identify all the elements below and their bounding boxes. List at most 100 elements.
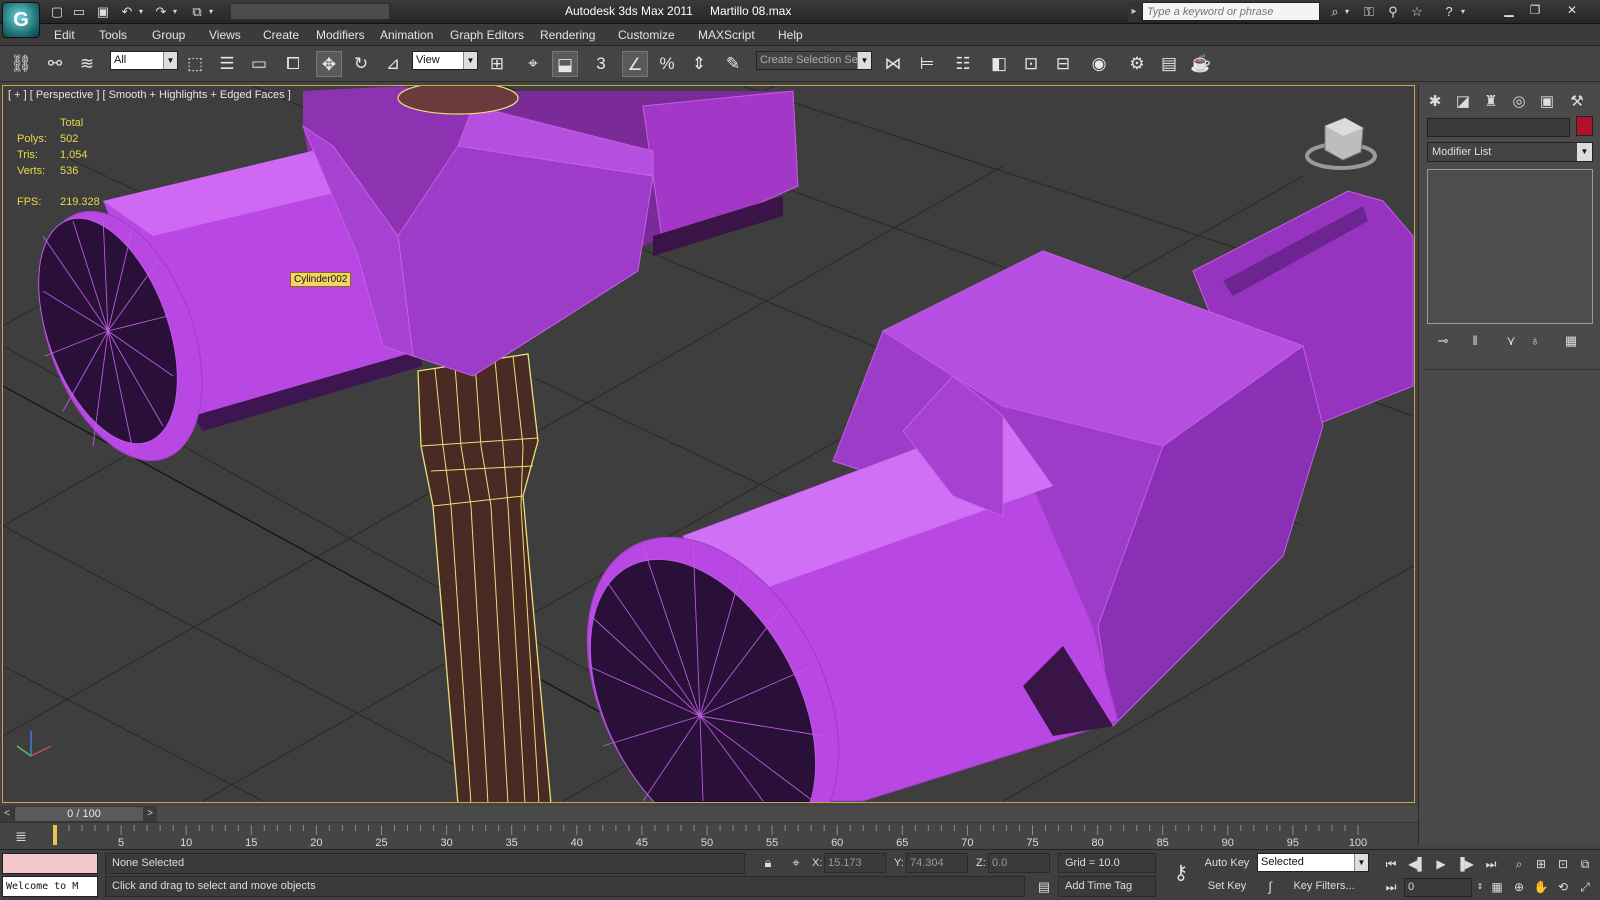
minimize-icon[interactable]: ▁ — [1496, 1, 1522, 19]
menu-views[interactable]: Views — [209, 28, 241, 42]
selection-filter-dropdown[interactable]: All ▼ — [110, 51, 178, 70]
angle-snap-icon[interactable]: ∠ — [622, 51, 648, 77]
select-and-rotate-icon[interactable]: ↻ — [348, 51, 374, 77]
pivot-center-icon[interactable]: ⊞ — [484, 51, 510, 77]
z-coord-field[interactable]: 0.0 — [988, 853, 1050, 873]
select-manipulate-icon[interactable]: ⌖ — [520, 51, 546, 77]
menu-create[interactable]: Create — [263, 28, 299, 42]
menu-modifiers[interactable]: Modifiers — [316, 28, 365, 42]
keyboard-shortcut-override-icon[interactable]: ⬓ — [552, 51, 578, 77]
percent-snap-icon[interactable]: % — [654, 51, 680, 77]
select-and-scale-icon[interactable]: ⊿ — [380, 51, 406, 77]
configure-modifier-sets-icon[interactable]: ▦ — [1561, 332, 1581, 350]
material-editor-icon[interactable]: ◉ — [1086, 51, 1112, 77]
menu-customize[interactable]: Customize — [618, 28, 675, 42]
go-to-end-icon[interactable]: ⏭ — [1480, 854, 1502, 874]
search-options-icon[interactable]: ▾ — [1342, 3, 1352, 21]
menu-animation[interactable]: Animation — [380, 28, 433, 42]
maxscript-mini-listener[interactable]: Welcome to M — [2, 876, 98, 897]
mirror-icon[interactable]: ⋈ — [880, 51, 906, 77]
help-icon[interactable]: ? — [1440, 3, 1458, 21]
modify-tab-icon[interactable]: ◪ — [1451, 90, 1475, 114]
menu-group[interactable]: Group — [152, 28, 185, 42]
rectangular-selection-icon[interactable]: ▭ — [246, 51, 272, 77]
add-time-tag-button[interactable]: Add Time Tag — [1058, 876, 1156, 897]
layer-manager-icon[interactable]: ☷ — [950, 51, 976, 77]
zoom-region-icon[interactable]: ⊕ — [1508, 877, 1530, 897]
window-crossing-icon[interactable]: ⧠ — [280, 51, 306, 77]
restore-icon[interactable]: ❐ — [1522, 1, 1548, 19]
perspective-viewport[interactable]: [ + ] [ Perspective ] [ Smooth + Highlig… — [2, 85, 1415, 803]
pan-view-icon[interactable]: ✋ — [1530, 877, 1552, 897]
project-folder-icon[interactable]: ⧉ — [188, 3, 206, 21]
key-mode-dropdown[interactable]: Selected ▼ — [1257, 853, 1369, 872]
time-tag-icon[interactable]: ▤ — [1034, 877, 1054, 897]
subscription-center-icon[interactable]: ⚿ — [1360, 3, 1378, 21]
menu-edit[interactable]: Edit — [54, 28, 75, 42]
align-icon[interactable]: ⊨ — [914, 51, 940, 77]
favorites-star-icon[interactable]: ☆ — [1408, 3, 1426, 21]
play-icon[interactable]: ▶ — [1430, 854, 1452, 874]
auto-key-button[interactable]: Auto Key — [1203, 853, 1251, 874]
redo-icon[interactable]: ↷ — [152, 3, 170, 21]
communication-center-icon[interactable]: ⚲ — [1384, 3, 1402, 21]
previous-frame-icon[interactable]: ◀▌ — [1406, 854, 1428, 874]
graphite-modeling-tools-icon[interactable]: ◧ — [986, 51, 1012, 77]
pin-stack-icon[interactable]: ⊸ — [1433, 332, 1453, 350]
schematic-view-icon[interactable]: ⊟ — [1050, 51, 1076, 77]
search-input[interactable] — [1142, 2, 1320, 21]
y-coord-field[interactable]: 74.304 — [906, 853, 968, 873]
time-slider[interactable]: < 0 / 100 > — [0, 806, 1418, 822]
unlink-selection-icon[interactable]: ⚯ — [42, 51, 68, 77]
make-unique-icon[interactable]: ⋎ — [1501, 332, 1521, 350]
object-name-field[interactable] — [1427, 118, 1570, 137]
selection-lock-icon[interactable]: 🔒︎ — [758, 853, 778, 873]
render-setup-icon[interactable]: ⚙ — [1124, 51, 1150, 77]
spinner-snap-icon[interactable]: ⇕ — [686, 51, 712, 77]
menu-rendering[interactable]: Rendering — [540, 28, 595, 42]
open-file-icon[interactable]: ▭ — [70, 3, 88, 21]
menu-graph-editors[interactable]: Graph Editors — [450, 28, 524, 42]
prev-frame-button[interactable]: < — [0, 806, 14, 822]
time-slider-thumb[interactable]: 0 / 100 — [14, 806, 154, 822]
set-keys-key-icon[interactable]: ⚷ — [1166, 858, 1196, 888]
display-tab-icon[interactable]: ▣ — [1535, 90, 1559, 114]
modifier-list-dropdown[interactable]: Modifier List ▼ — [1427, 142, 1593, 162]
object-color-swatch[interactable] — [1576, 116, 1593, 136]
select-and-move-icon[interactable]: ✥ — [316, 51, 342, 77]
help-dropdown-icon[interactable]: ▾ — [1458, 3, 1468, 21]
next-frame-button[interactable]: > — [143, 806, 157, 822]
time-configuration-icon[interactable]: ▦ — [1486, 877, 1508, 897]
reference-coordinate-dropdown[interactable]: View ▼ — [412, 51, 478, 70]
select-object-icon[interactable]: ⬚ — [182, 51, 208, 77]
render-production-icon[interactable]: ☕ — [1188, 51, 1214, 77]
menu-help[interactable]: Help — [778, 28, 803, 42]
edit-named-selection-icon[interactable]: ✎ — [720, 51, 746, 77]
select-and-link-icon[interactable]: ⛓ — [8, 51, 34, 77]
rendered-frame-window-icon[interactable]: ▤ — [1156, 51, 1182, 77]
next-frame-icon[interactable]: ▐▶ — [1454, 854, 1476, 874]
utilities-tab-icon[interactable]: ⚒ — [1565, 90, 1589, 114]
undo-dropdown-icon[interactable]: ▾ — [136, 3, 146, 21]
viewcube-icon[interactable] — [1305, 117, 1377, 170]
zoom-extents-icon[interactable]: ⊡ — [1552, 854, 1574, 874]
redo-dropdown-icon[interactable]: ▾ — [170, 3, 180, 21]
maxscript-listener-output[interactable] — [2, 853, 98, 874]
search-expand-icon[interactable]: ▸ — [1128, 2, 1140, 22]
zoom-icon[interactable]: ⌕ — [1508, 854, 1530, 874]
named-selection-dropdown[interactable]: Create Selection Se ▼ — [756, 51, 872, 70]
viewport-label-menu[interactable]: [ + ] [ Perspective ] [ Smooth + Highlig… — [8, 89, 291, 101]
undo-icon[interactable]: ↶ — [118, 3, 136, 21]
show-end-result-icon[interactable]: ‖ — [1465, 332, 1485, 350]
maximize-viewport-icon[interactable]: ⤢ — [1574, 877, 1596, 897]
snaps-toggle-icon[interactable]: 3 — [588, 51, 614, 77]
motion-tab-icon[interactable]: ◎ — [1507, 90, 1531, 114]
select-by-name-icon[interactable]: ☰ — [214, 51, 240, 77]
modifier-stack[interactable] — [1427, 169, 1593, 324]
save-file-icon[interactable]: ▣ — [94, 3, 112, 21]
menu-maxscript[interactable]: MAXScript — [698, 28, 755, 42]
key-mode-toggle-icon[interactable]: ⏭ — [1380, 877, 1402, 897]
zoom-extents-all-icon[interactable]: ⧉ — [1574, 854, 1596, 874]
bind-to-space-warp-icon[interactable]: ≋ — [74, 51, 100, 77]
orbit-icon[interactable]: ⟲ — [1552, 877, 1574, 897]
